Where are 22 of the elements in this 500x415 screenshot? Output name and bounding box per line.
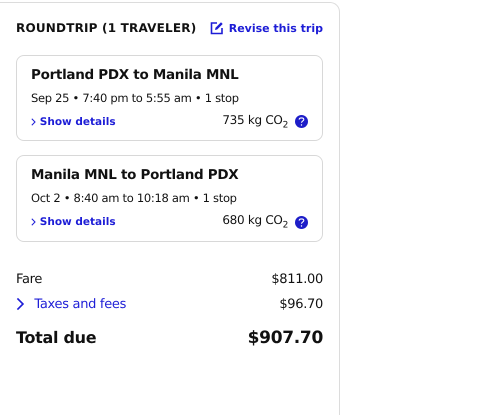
price-amount: $811.00 [271,272,323,287]
emissions-text: 680 kg CO$_{2}$ [222,213,288,231]
flight-route: Manila MNL to Portland PDX [31,167,240,184]
chevron-icon [16,297,24,312]
price-amount: $96.70 [279,296,323,312]
emissions-text: 735 kg CO$_{2}$ [222,113,288,130]
edit-icon [210,21,224,35]
trip-title: ROUNDTRIP (1 TRAVELER) [16,21,196,35]
help-icon[interactable] [295,216,308,229]
flight-route: Portland PDX to Manila MNL [31,67,240,83]
flight-schedule: Oct 2 • 8:40 am to 10:18 am • 1 stop [31,191,238,206]
price-label: Fare [16,272,42,287]
help-icon[interactable] [295,115,308,128]
taxes-fees-toggle[interactable]: Taxes and fees [16,296,126,312]
chevron-icon [31,118,36,126]
price-amount: $907.70 [248,328,323,348]
revise-trip-link[interactable]: Revise this trip [210,21,323,35]
chevron-icon [31,218,36,226]
show-details-link[interactable]: Show details [31,116,116,128]
price-label: Total due [16,328,96,348]
flight-schedule: Sep 25 • 7:40 pm to 5:55 am • 1 stop [31,91,240,105]
show-details-link[interactable]: Show details [31,216,116,228]
